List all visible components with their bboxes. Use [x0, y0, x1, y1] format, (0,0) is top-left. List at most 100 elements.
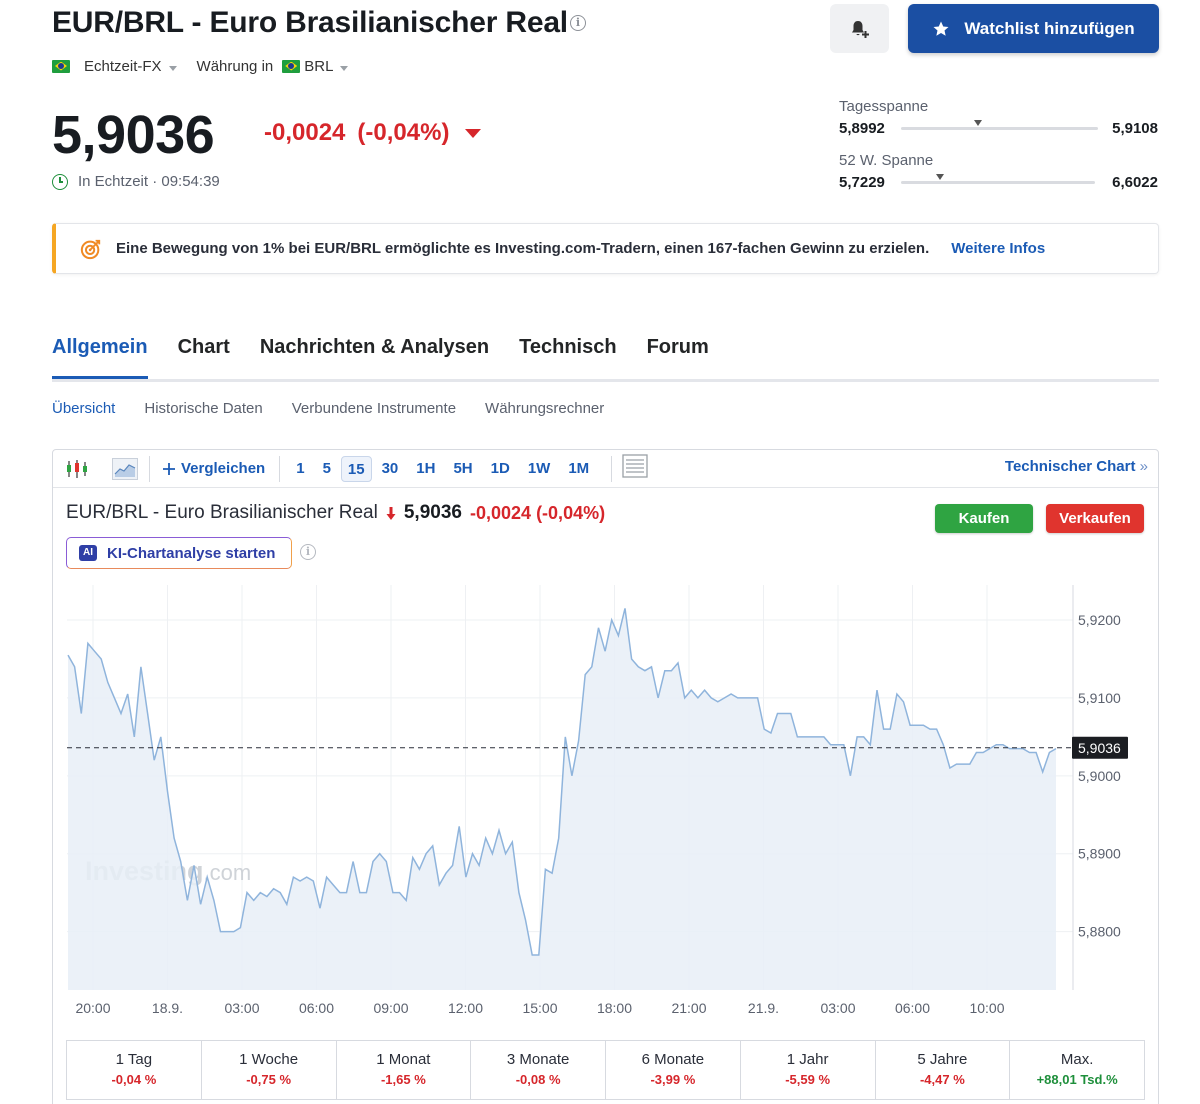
performance-value: +88,01 Tsd.%	[1036, 1072, 1118, 1087]
ai-chart-analysis-button[interactable]: AI KI-Chartanalyse starten	[66, 537, 292, 569]
target-icon	[80, 239, 101, 259]
realtime-status: In Echtzeit · 09:54:39	[52, 173, 220, 190]
y-tick-label: 5,9200	[1078, 612, 1121, 628]
star-icon	[933, 21, 949, 36]
day-range-low: 5,8992	[839, 120, 885, 137]
y-tick-label: 5,8800	[1078, 924, 1121, 940]
tab-allgemein[interactable]: Allgemein	[52, 336, 148, 380]
sell-button[interactable]: Verkaufen	[1046, 504, 1144, 533]
week52-range-high: 6,6022	[1112, 174, 1158, 191]
chart-header: EUR/BRL - Euro Brasilianischer Real 5,90…	[66, 502, 605, 524]
interval-1[interactable]: 1	[288, 456, 312, 482]
indicators-icon[interactable]	[622, 454, 648, 483]
price-chart[interactable]: 20:00 18.9. 03:00 06:00 09:00 12:00 15:00 18:00…	[53, 585, 1158, 1025]
day-range-marker	[973, 120, 982, 126]
week52-range-bar	[901, 181, 1095, 184]
price-alert-button[interactable]	[830, 4, 889, 53]
toolbar-separator	[279, 455, 281, 482]
performance-value: -3,99 %	[650, 1072, 696, 1087]
candlestick-icon[interactable]	[53, 459, 101, 479]
subtab-historical-data[interactable]: Historische Daten	[144, 400, 262, 417]
tab-news-analysis[interactable]: Nachrichten & Analysen	[260, 336, 489, 380]
x-tick-label: 15:00	[522, 1000, 557, 1016]
technical-chart-link[interactable]: Technischer Chart »	[1005, 458, 1148, 475]
buy-button[interactable]: Kaufen	[935, 504, 1033, 533]
add-to-watchlist-button[interactable]: Watchlist hinzufügen	[908, 4, 1159, 53]
toolbar-separator	[611, 455, 613, 482]
week52-range-low: 5,7229	[839, 174, 885, 191]
clock-icon	[52, 173, 68, 190]
interval-5h[interactable]: 5H	[445, 456, 480, 482]
price-area	[68, 608, 1056, 990]
sub-tabs: Übersicht Historische Daten Verbundene I…	[52, 400, 604, 417]
performance-cell[interactable]: 1 Tag -0,04 %	[67, 1041, 202, 1099]
x-tick-label: 18:00	[597, 1000, 632, 1016]
currency-prefix: Währung in	[196, 57, 274, 75]
chart-price: 5,9036	[403, 502, 462, 523]
performance-value: -1,65 %	[380, 1072, 426, 1087]
performance-table: 1 Tag -0,04 % 1 Woche -0,75 % 1 Monat -1,65 %…	[66, 1040, 1145, 1100]
x-tick-label: 21:00	[671, 1000, 706, 1016]
x-tick-label: 06:00	[299, 1000, 334, 1016]
currency-dropdown[interactable]: BRL	[304, 58, 349, 75]
brazil-flag-icon	[52, 59, 70, 73]
subtab-currency-converter[interactable]: Währungsrechner	[485, 400, 604, 417]
subtab-overview[interactable]: Übersicht	[52, 400, 115, 417]
tab-chart[interactable]: Chart	[178, 336, 230, 380]
down-arrow-icon	[465, 128, 482, 138]
info-icon[interactable]: i	[300, 544, 316, 560]
area-chart-icon[interactable]	[101, 457, 149, 480]
performance-cell[interactable]: 5 Jahre -4,47 %	[876, 1041, 1011, 1099]
performance-cell[interactable]: 1 Woche -0,75 %	[202, 1041, 337, 1099]
brazil-flag-icon	[282, 59, 301, 73]
x-tick-label: 12:00	[448, 1000, 483, 1016]
performance-cell[interactable]: 6 Monate -3,99 %	[606, 1041, 741, 1099]
subtab-related-instruments[interactable]: Verbundene Instrumente	[292, 400, 456, 417]
performance-value: -0,08 %	[515, 1072, 561, 1087]
current-price-label: 5,9036	[1078, 740, 1121, 756]
plus-icon	[163, 462, 175, 475]
interval-5[interactable]: 5	[315, 456, 339, 482]
interval-1h[interactable]: 1H	[408, 456, 443, 482]
performance-cell[interactable]: 1 Jahr -5,59 %	[741, 1041, 876, 1099]
performance-value: -0,04 %	[111, 1072, 157, 1087]
chevron-down-icon	[340, 65, 349, 71]
performance-value: -0,75 %	[246, 1072, 292, 1087]
day-range-label: Tagesspanne	[839, 98, 929, 115]
performance-period: 1 Tag	[115, 1051, 153, 1068]
performance-cell[interactable]: Max. +88,01 Tsd.%	[1010, 1041, 1144, 1099]
day-range-bar	[901, 127, 1098, 130]
main-tabs: Allgemein Chart Nachrichten & Analysen T…	[52, 336, 709, 380]
info-icon[interactable]: i	[570, 15, 586, 31]
more-info-link[interactable]: Weitere Infos	[951, 240, 1045, 257]
interval-selector: 1 5 15 30 1H 5H 1D 1W 1M	[288, 455, 597, 482]
feed-type-dropdown[interactable]: Echtzeit-FX	[84, 58, 177, 75]
promo-text: Eine Bewegung von 1% bei EUR/BRL ermögli…	[116, 240, 930, 257]
day-range-high: 5,9108	[1112, 120, 1158, 137]
chart-instrument-title: EUR/BRL - Euro Brasilianischer Real	[66, 502, 378, 523]
tab-forum[interactable]: Forum	[647, 336, 709, 380]
bell-plus-icon	[851, 20, 869, 38]
compare-button[interactable]: Vergleichen	[154, 456, 273, 482]
tabs-divider	[52, 379, 1159, 382]
x-tick-label: 18.9.	[152, 1000, 183, 1016]
performance-period: 1 Monat	[376, 1051, 431, 1068]
interval-1d[interactable]: 1D	[483, 456, 518, 482]
chevron-down-icon	[168, 65, 177, 71]
x-tick-label: 03:00	[224, 1000, 259, 1016]
interval-15[interactable]: 15	[340, 455, 372, 482]
double-chevron-right-icon: »	[1139, 458, 1148, 475]
interval-30[interactable]: 30	[374, 456, 407, 482]
tab-technical[interactable]: Technisch	[519, 336, 616, 380]
performance-period: 1 Jahr	[786, 1051, 829, 1068]
interval-1w[interactable]: 1W	[520, 456, 559, 482]
performance-period: 6 Monate	[641, 1051, 705, 1068]
interval-1m[interactable]: 1M	[560, 456, 597, 482]
performance-period: 1 Woche	[239, 1051, 299, 1068]
y-tick-label: 5,8900	[1078, 846, 1121, 862]
chart-toolbar: Vergleichen 1 5 15 30 1H 5H 1D 1W 1M Technischer…	[53, 450, 1158, 488]
performance-cell[interactable]: 3 Monate -0,08 %	[471, 1041, 606, 1099]
performance-cell[interactable]: 1 Monat -1,65 %	[337, 1041, 472, 1099]
performance-value: -5,59 %	[785, 1072, 831, 1087]
x-tick-label: 10:00	[969, 1000, 1004, 1016]
